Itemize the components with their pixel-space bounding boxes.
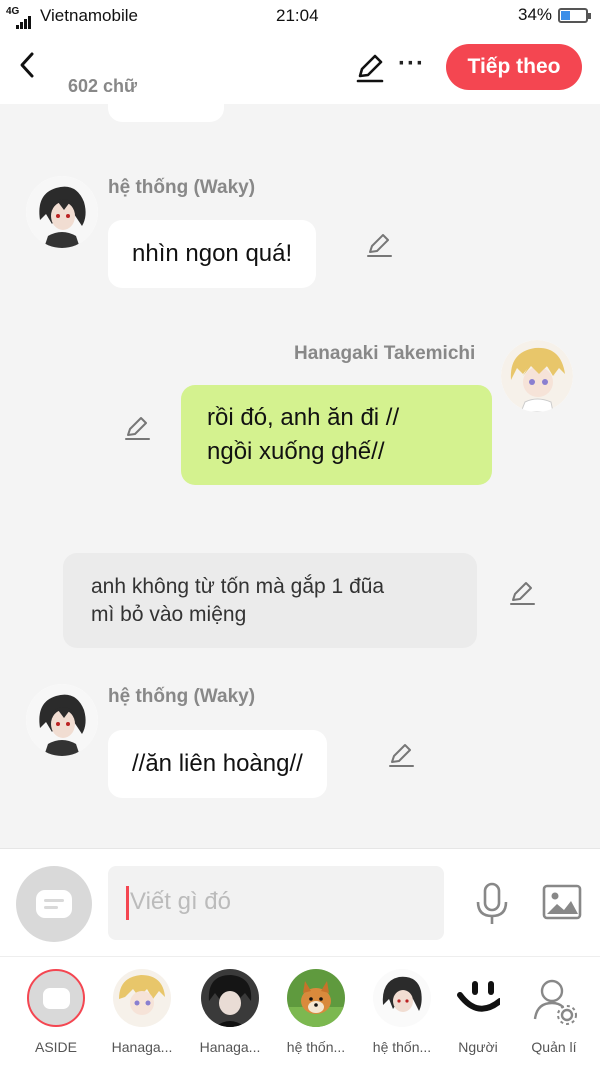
avatar-takemichi-image bbox=[113, 969, 171, 1027]
message-author: Hanagaki Takemichi bbox=[294, 343, 476, 364]
pencil-icon[interactable] bbox=[386, 740, 416, 770]
top-bar: 602 chữ ··· Tiếp theo bbox=[0, 32, 600, 104]
nav-item-aside[interactable]: ASIDE bbox=[12, 969, 100, 1055]
pencil-icon[interactable] bbox=[507, 578, 537, 608]
narration-line: anh không từ tốn mà gắp 1 đũa bbox=[91, 575, 385, 598]
nav-item-character[interactable]: Người bbox=[452, 969, 504, 1055]
pencil-icon[interactable] bbox=[364, 230, 394, 260]
avatar-waky-image bbox=[26, 176, 98, 248]
carrier-name: Vietnamobile bbox=[40, 6, 138, 25]
avatar bbox=[373, 969, 431, 1027]
chat-bubble-icon bbox=[43, 988, 70, 1009]
nav-label: Người bbox=[458, 1039, 498, 1055]
status-bar: 4G Vietnamobile 21:04 34% bbox=[0, 0, 600, 32]
nav-item-character[interactable]: hệ thốn... bbox=[358, 969, 446, 1055]
avatar-hanagaki-dark-image bbox=[201, 969, 259, 1027]
message-line: ngồi xuống ghế// bbox=[207, 438, 385, 465]
chevron-left-icon[interactable] bbox=[14, 48, 42, 82]
text-cursor bbox=[126, 886, 129, 920]
clock: 21:04 bbox=[276, 6, 319, 25]
nav-label: hệ thốn... bbox=[372, 1039, 432, 1055]
narration-block[interactable]: anh không từ tốn mà gắp 1 đũa mì bỏ vào … bbox=[63, 553, 477, 648]
nav-label: ASIDE bbox=[34, 1039, 77, 1055]
message-author: hệ thống (Waky) bbox=[108, 686, 256, 707]
nav-label: Hanaga... bbox=[111, 1039, 173, 1055]
nav-item-character[interactable]: Hanaga... bbox=[186, 969, 274, 1055]
nav-label: Quản lí bbox=[531, 1039, 577, 1055]
nav-label: Hanaga... bbox=[199, 1039, 261, 1055]
nav-item-character[interactable]: hệ thốn... bbox=[272, 969, 360, 1055]
smiley-icon bbox=[457, 981, 500, 1012]
microphone-icon[interactable] bbox=[474, 882, 510, 926]
pencil-icon[interactable] bbox=[354, 52, 386, 84]
message-line: rồi đó, anh ăn đi // bbox=[207, 404, 400, 431]
narration-line: mì bỏ vào miệng bbox=[91, 603, 247, 626]
next-button[interactable]: Tiếp theo bbox=[446, 44, 582, 90]
battery-percent: 34% bbox=[518, 5, 553, 24]
avatar bbox=[287, 969, 345, 1027]
nav-label: hệ thốn... bbox=[286, 1039, 346, 1055]
previous-message-stub bbox=[108, 104, 224, 122]
more-icon[interactable]: ··· bbox=[398, 50, 425, 78]
avatar-dog-image bbox=[287, 969, 345, 1027]
nav-item-manage[interactable]: Quản lí bbox=[510, 969, 598, 1055]
aside-avatar bbox=[27, 969, 85, 1027]
message-input[interactable]: Viết gì đó bbox=[108, 866, 444, 940]
message-bubble[interactable]: nhìn ngon quá! bbox=[108, 220, 317, 288]
battery-icon bbox=[558, 8, 591, 23]
avatar bbox=[456, 969, 500, 1027]
avatar[interactable] bbox=[26, 176, 98, 248]
avatar-takemichi-image bbox=[501, 340, 573, 412]
input-placeholder: Viết gì đó bbox=[130, 888, 231, 915]
avatar[interactable] bbox=[501, 340, 573, 412]
message-bubble[interactable]: //ăn liên hoàng// bbox=[108, 730, 327, 798]
message-author: hệ thống (Waky) bbox=[108, 177, 256, 198]
aside-toggle-button[interactable] bbox=[16, 866, 92, 942]
nav-item-character[interactable]: Hanaga... bbox=[98, 969, 186, 1055]
message-bubble-own[interactable]: rồi đó, anh ăn đi // ngồi xuống ghế// bbox=[181, 385, 492, 485]
character-nav: ASIDE Hanaga... Hanaga... hệ thốn... hệ … bbox=[0, 956, 600, 1067]
user-settings-icon bbox=[525, 969, 583, 1027]
avatar bbox=[201, 969, 259, 1027]
avatar-waky-image bbox=[373, 969, 431, 1027]
signal-icon bbox=[16, 9, 32, 29]
image-icon[interactable] bbox=[542, 884, 582, 920]
avatar-waky-image bbox=[26, 684, 98, 756]
word-count: 602 chữ bbox=[68, 76, 138, 96]
chat-area[interactable]: hệ thống (Waky) nhìn ngon quá! Hanagaki … bbox=[0, 104, 600, 848]
avatar[interactable] bbox=[26, 684, 98, 756]
pencil-icon[interactable] bbox=[122, 413, 152, 443]
composer-bar: Viết gì đó bbox=[0, 848, 600, 956]
chat-bubble-icon bbox=[36, 890, 72, 918]
avatar bbox=[113, 969, 171, 1027]
